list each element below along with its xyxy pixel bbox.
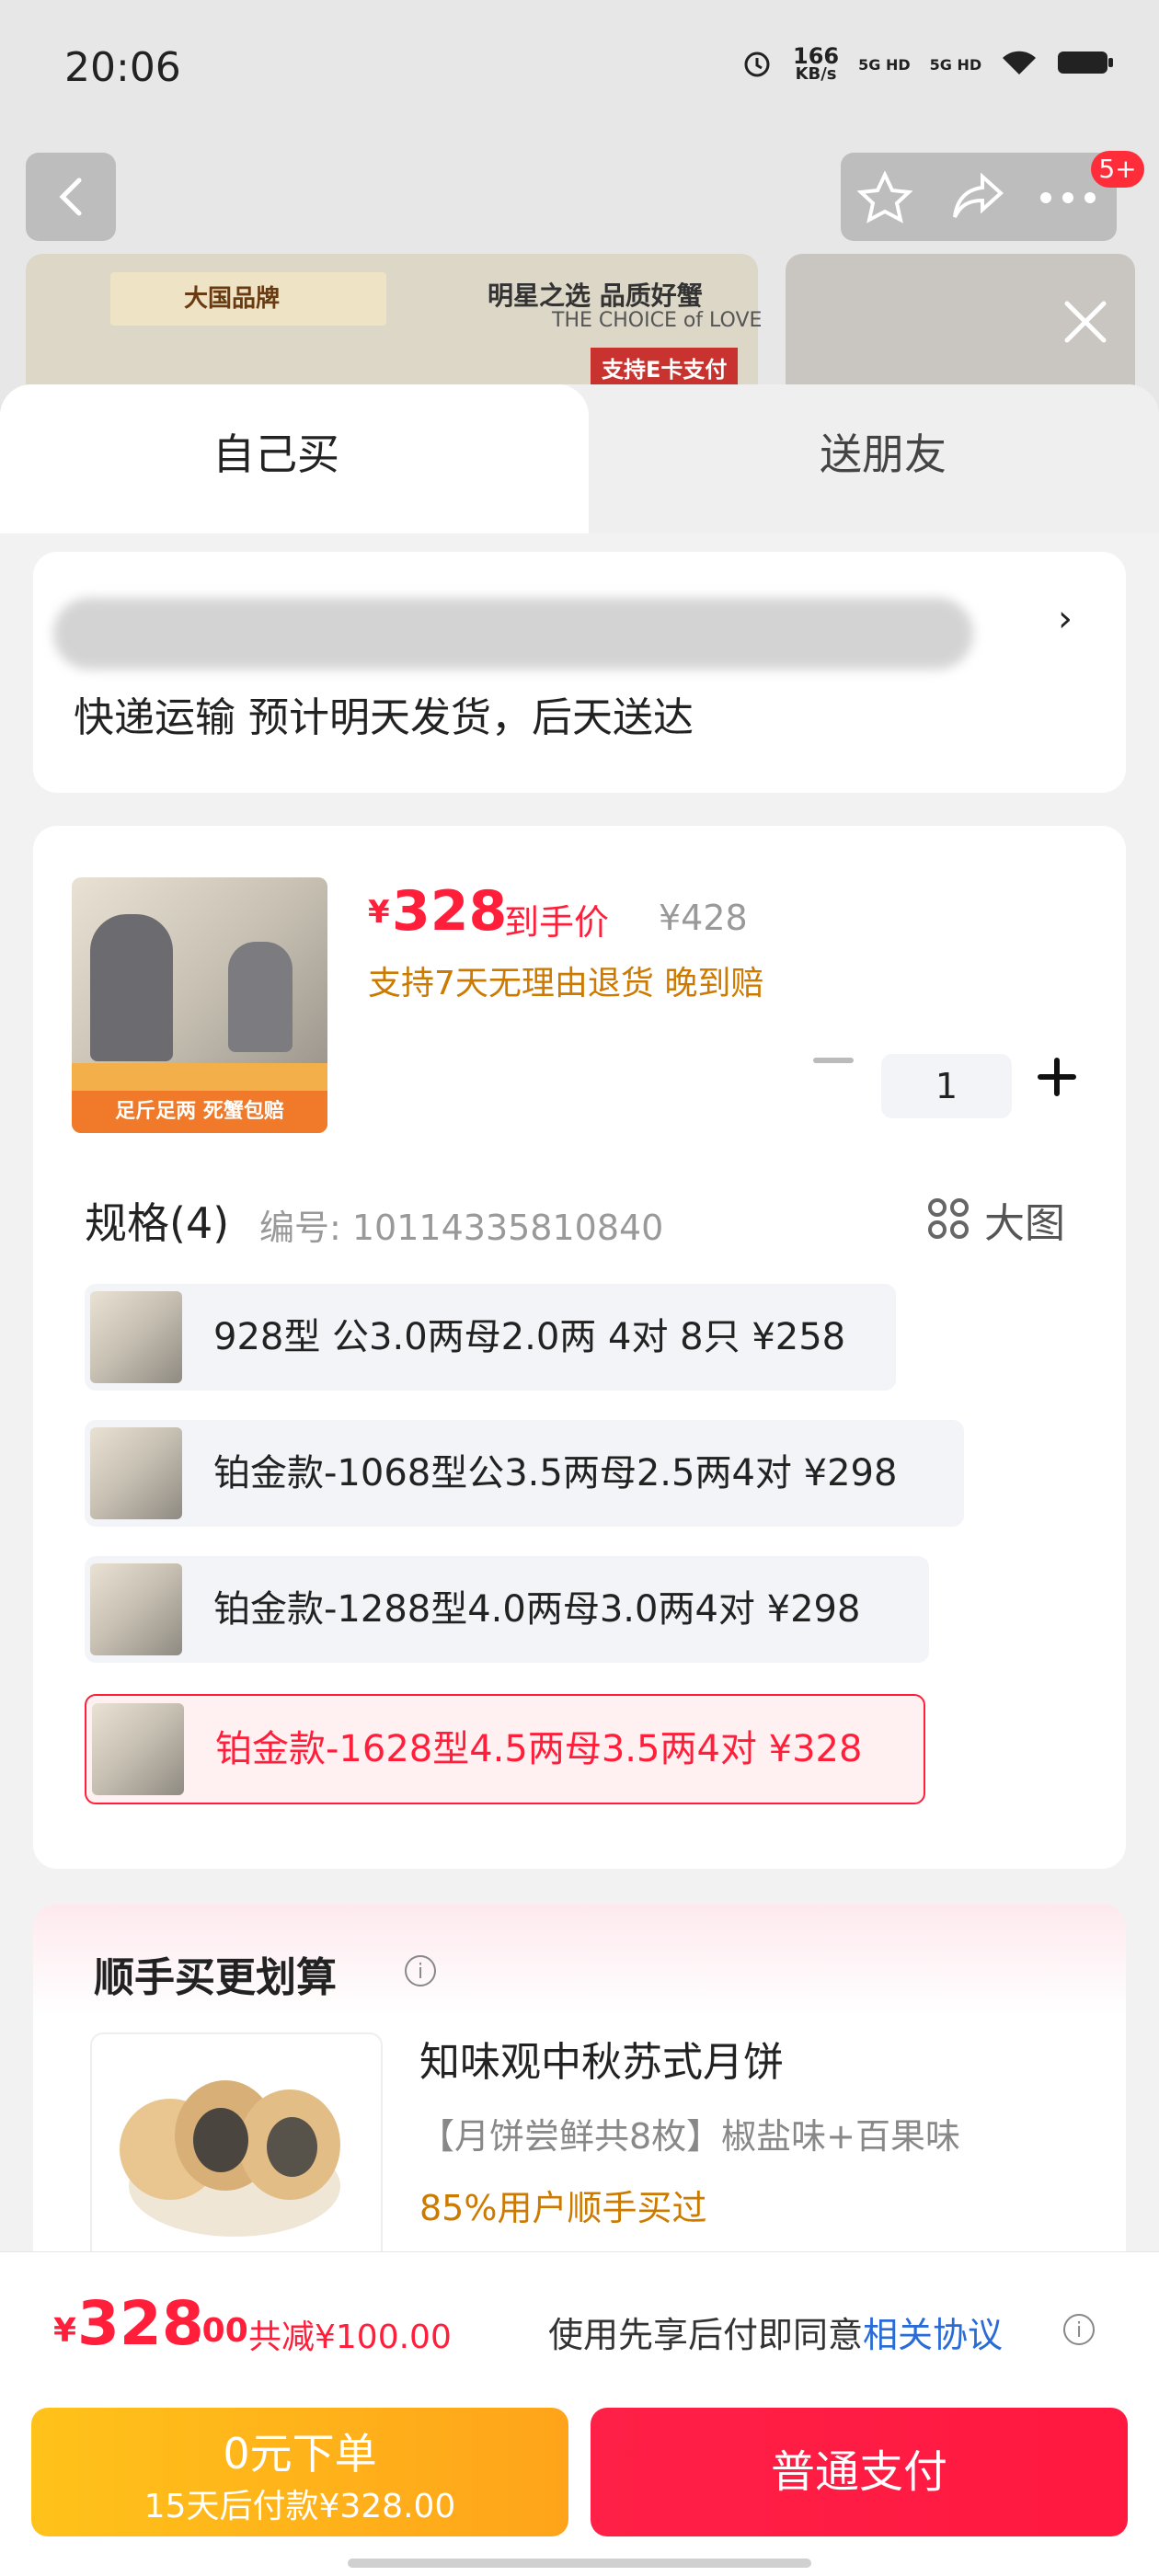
alarm-icon xyxy=(740,46,774,84)
quantity-decrease-button[interactable] xyxy=(813,1058,854,1063)
banner-tagline-en: THE CHOICE of LOVE xyxy=(552,309,763,332)
spec-option-label: 铂金款-1068型公3.5两母2.5两4对 ¥298 xyxy=(213,1452,898,1494)
status-icons: 166 KB/s 5G HD 5G HD xyxy=(740,42,1127,84)
info-icon[interactable]: i xyxy=(405,1955,436,1986)
chevron-left-icon xyxy=(59,177,82,216)
top-actions xyxy=(841,153,1117,241)
brand-logo: 大国品牌 xyxy=(110,272,386,326)
spec-option-label: 铂金款-1628型4.5两母3.5两4对 ¥328 xyxy=(215,1728,863,1770)
price-currency: ¥ xyxy=(368,894,390,931)
spec-option[interactable]: 928型 公3.0两母2.0两 4对 8只 ¥258 xyxy=(85,1284,896,1391)
star-icon[interactable] xyxy=(857,171,912,224)
addon-desc: 【月饼尝鲜共8枚】椒盐味+百果味 xyxy=(419,2116,961,2157)
addon-name[interactable]: 知味观中秋苏式月饼 xyxy=(419,2029,784,2088)
tab-gift-friend[interactable]: 送朋友 xyxy=(607,421,1159,482)
agreement-link[interactable]: 相关协议 xyxy=(863,2315,1003,2355)
spec-option-thumb xyxy=(90,1291,182,1383)
banner-tagline: 明星之选 品质好蟹 xyxy=(488,280,703,311)
info-icon[interactable]: i xyxy=(1063,2314,1095,2345)
banner-pay-tag: 支持E卡支付 xyxy=(591,348,739,387)
product-image[interactable]: 足斤足两 死蟹包赔 xyxy=(72,877,327,1133)
quantity-increase-button[interactable] xyxy=(1038,1058,1076,1096)
spec-option-label: 铂金款-1288型4.0两母3.0两4对 ¥298 xyxy=(213,1588,861,1631)
chevron-right-icon[interactable]: › xyxy=(1058,598,1073,640)
normal-pay-button[interactable]: 普通支付 xyxy=(591,2408,1128,2536)
pay-later-button[interactable]: 0元下单 15天后付款¥328.00 xyxy=(31,2408,568,2536)
home-indicator[interactable] xyxy=(348,2559,811,2568)
tab-buy-self[interactable]: 自己买 xyxy=(0,421,552,482)
total-saving: 共减¥100.00 xyxy=(248,2318,452,2356)
address-redacted xyxy=(53,598,973,670)
spec-option[interactable]: 铂金款-1068型公3.5两母2.5两4对 ¥298 xyxy=(85,1420,964,1527)
pay-later-sublabel: 15天后付款¥328.00 xyxy=(143,2488,456,2525)
signal-2: 5G HD xyxy=(929,55,982,74)
addon-stat: 85%用户顺手买过 xyxy=(419,2188,707,2228)
more-badge: 5+ xyxy=(1091,151,1144,188)
original-price: ¥428 xyxy=(659,898,748,938)
price: 328 xyxy=(392,879,508,944)
net-speed: 166 xyxy=(793,42,840,69)
addon-title: 顺手买更划算 xyxy=(94,1954,337,2001)
spec-option-thumb xyxy=(90,1427,182,1519)
pay-later-label: 0元下单 xyxy=(223,2429,377,2479)
spec-option-thumb xyxy=(90,1563,182,1655)
total-decimal: .00 xyxy=(189,2312,248,2350)
address-card[interactable] xyxy=(33,552,1126,793)
product-image-strip: 足斤足两 死蟹包赔 xyxy=(72,1091,327,1133)
share-icon[interactable] xyxy=(951,173,1004,221)
price-tag: 到手价 xyxy=(504,902,610,943)
spec-option-thumb xyxy=(92,1703,184,1795)
service-promises: 支持7天无理由退货 晚到赔 xyxy=(368,965,764,1002)
spec-option-selected[interactable]: 铂金款-1628型4.5两母3.5两4对 ¥328 xyxy=(85,1694,925,1804)
agreement-prefix: 使用先享后付即同意 xyxy=(548,2315,864,2355)
spec-option-label: 928型 公3.0两母2.0两 4对 8只 ¥258 xyxy=(213,1316,846,1358)
net-unit: KB/s xyxy=(795,63,837,84)
more-icon[interactable] xyxy=(1039,191,1096,204)
quantity-input[interactable]: 1 xyxy=(881,1054,1012,1118)
signal-1: 5G HD xyxy=(858,55,911,74)
spec-title: 规格(4) xyxy=(85,1198,230,1248)
back-button[interactable] xyxy=(26,153,116,241)
status-time: 20:06 xyxy=(64,44,181,91)
total-currency: ¥ xyxy=(53,2312,77,2350)
big-image-button[interactable]: 大图 xyxy=(984,1190,1065,1249)
spec-option[interactable]: 铂金款-1288型4.0两母3.0两4对 ¥298 xyxy=(85,1556,929,1663)
battery-icon xyxy=(1057,49,1114,81)
wifi-icon xyxy=(1001,49,1038,81)
close-icon[interactable] xyxy=(1058,294,1113,349)
grid-icon[interactable] xyxy=(927,1197,970,1240)
total-price: 328 xyxy=(77,2288,204,2359)
shipping-estimate: 快递运输 预计明天发货，后天送达 xyxy=(74,694,694,741)
spec-code: 编号: 10114335810840 xyxy=(259,1208,664,1248)
agreement-text: 使用先享后付即同意相关协议 xyxy=(548,2307,1003,2357)
